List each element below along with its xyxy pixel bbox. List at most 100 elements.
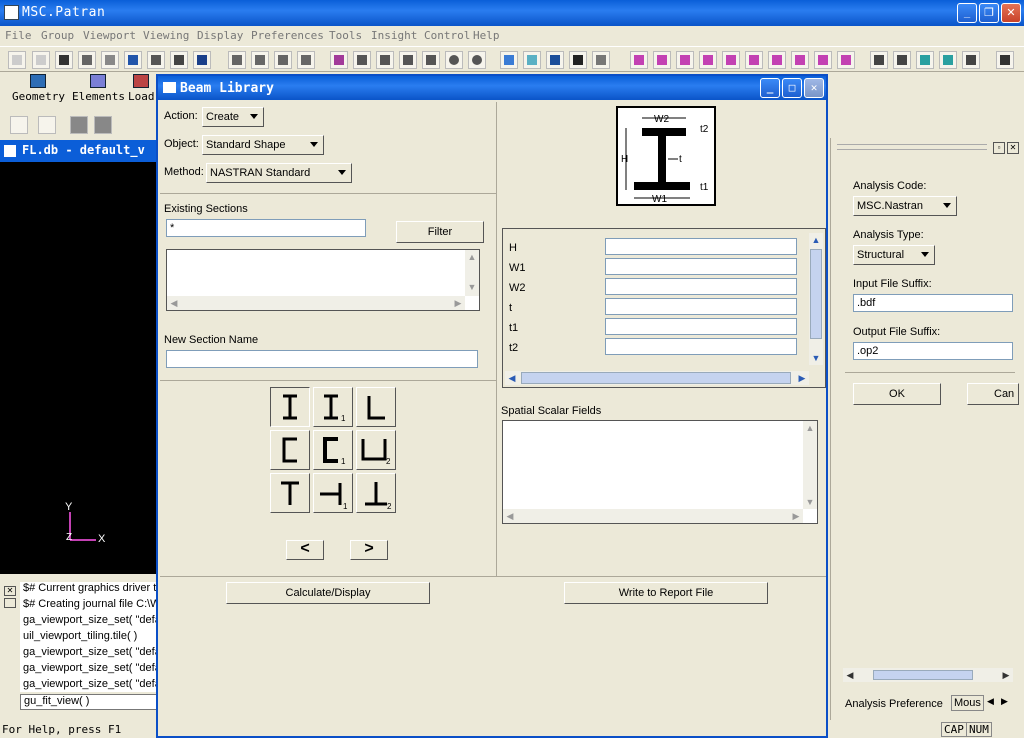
method-select[interactable]: NASTRAN Standard [206,163,352,183]
panel-grip[interactable] [837,144,987,150]
loads-button[interactable]: Load [128,74,155,103]
hidden-line-icon[interactable] [569,51,587,69]
new-section-name-field[interactable] [166,350,478,368]
scroll-up-icon[interactable]: ▲ [803,421,817,435]
toolbar-extra-icon-2[interactable] [38,116,56,134]
scroll-thumb[interactable] [521,372,791,384]
refresh-icon[interactable] [916,51,934,69]
write-report-button[interactable]: Write to Report File [564,582,768,604]
analysis-type-select[interactable]: Structural [853,245,935,265]
label-icon-2[interactable] [653,51,671,69]
label-icon-5[interactable] [722,51,740,69]
panel-float-icon[interactable]: ▫ [993,142,1005,154]
scroll-left-icon[interactable]: ◀ [843,668,857,682]
shape-i1-button[interactable]: 1 [313,387,353,427]
history-list[interactable]: $# Current graphics driver ty $# Creatin… [20,582,160,692]
shade-iso-icon[interactable] [523,51,541,69]
undo-icon[interactable] [124,51,142,69]
scroll-right-icon[interactable]: ▶ [795,371,809,385]
open-icon[interactable] [32,51,50,69]
dims-hscroll[interactable]: ◀ ▶ [505,371,809,385]
zoom-out-icon[interactable] [445,51,463,69]
label-icon-1[interactable] [630,51,648,69]
rotate-z-icon[interactable] [274,51,292,69]
shape-u2-button[interactable]: 2 [356,430,396,470]
shade-box-icon[interactable] [500,51,518,69]
label-icon-3[interactable] [676,51,694,69]
rotate-y-icon[interactable] [251,51,269,69]
graphics-viewport[interactable]: Y X Z [0,162,160,574]
menu-tools[interactable]: Tools [329,29,362,42]
tab-scroll-left-icon[interactable]: ◀ [987,696,994,707]
scroll-down-icon[interactable]: ▼ [465,280,479,294]
dim-t2-field[interactable] [605,338,797,355]
broom-clean-icon[interactable] [870,51,888,69]
scroll-right-icon[interactable]: ▶ [999,668,1013,682]
analysis-code-select[interactable]: MSC.Nastran [853,196,957,216]
list-hscroll[interactable]: ◀ ▶ [167,296,465,310]
prev-shapes-button[interactable]: < [286,540,324,560]
output-suffix-field[interactable]: .op2 [853,342,1013,360]
toolbar-extra-icon-3[interactable] [70,116,88,134]
scroll-left-icon[interactable]: ◀ [167,296,181,310]
copy-icon[interactable] [101,51,119,69]
tab-analysis-preference[interactable]: Analysis Preference [845,698,943,710]
dialog-maximize-button[interactable]: □ [782,78,802,98]
ok-button[interactable]: OK [853,383,941,405]
move-icon[interactable] [376,51,394,69]
new-icon[interactable] [8,51,26,69]
dim-w2-field[interactable] [605,278,797,295]
dialog-close-button[interactable]: ✕ [804,78,824,98]
plot-icon[interactable] [893,51,911,69]
command-input[interactable]: gu_fit_view( ) [20,694,160,710]
shape-t2-button[interactable]: 2 [356,473,396,513]
scroll-thumb[interactable] [873,670,973,680]
panel-hscroll[interactable]: ◀ ▶ [843,668,1013,682]
menu-viewport[interactable]: Viewport [83,29,136,42]
shade-solid-icon[interactable] [546,51,564,69]
dialog-minimize-button[interactable]: _ [760,78,780,98]
dim-h-field[interactable] [605,238,797,255]
spatial-fields-list[interactable]: ▲ ▼ ◀ ▶ [502,420,818,524]
toolbar-extra-icon-4[interactable] [94,116,112,134]
object-select[interactable]: Standard Shape [202,135,324,155]
shape-i-button[interactable] [270,387,310,427]
shape-l-button[interactable] [356,387,396,427]
dims-vscroll[interactable]: ▲ ▼ [809,233,823,365]
tab-mouse[interactable]: Mous [951,695,984,711]
rotate-free-icon[interactable] [297,51,315,69]
scroll-up-icon[interactable]: ▲ [465,250,479,264]
scroll-right-icon[interactable]: ▶ [451,296,465,310]
reset-icon[interactable] [939,51,957,69]
grid-icon[interactable] [962,51,980,69]
input-suffix-field[interactable]: .bdf [853,294,1013,312]
toolbar-extra-icon-1[interactable] [10,116,28,134]
menu-group[interactable]: Group [41,29,74,42]
history-close-icon[interactable]: ✕ [4,586,16,596]
rotate-icon[interactable] [228,51,246,69]
tab-scroll-right-icon[interactable]: ▶ [1001,696,1008,707]
spatial-hscroll[interactable]: ◀ ▶ [503,509,803,523]
existing-sections-list[interactable]: ▲ ▼ ◀ ▶ [166,249,480,311]
shape-c1-button[interactable]: 1 [313,430,353,470]
close-button[interactable]: ✕ [1001,3,1021,23]
clock-icon[interactable] [399,51,417,69]
broom-icon[interactable] [170,51,188,69]
label-icon-6[interactable] [745,51,763,69]
wireframe-icon[interactable] [592,51,610,69]
pan-icon[interactable] [353,51,371,69]
action-select[interactable]: Create [202,107,264,127]
spatial-vscroll[interactable]: ▲ ▼ [803,421,817,509]
elements-button[interactable]: Elements [72,74,125,103]
menu-help[interactable]: Help [473,29,500,42]
list-vscroll[interactable]: ▲ ▼ [465,250,479,296]
hand-icon[interactable] [147,51,165,69]
scroll-left-icon[interactable]: ◀ [503,509,517,523]
maximize-button[interactable]: ❐ [979,3,999,23]
dim-t-field[interactable] [605,298,797,315]
existing-filter-field[interactable]: * [166,219,366,237]
scroll-right-icon[interactable]: ▶ [789,509,803,523]
menu-file[interactable]: File [5,29,32,42]
history-restore-icon[interactable] [4,598,16,608]
label-icon-4[interactable] [699,51,717,69]
